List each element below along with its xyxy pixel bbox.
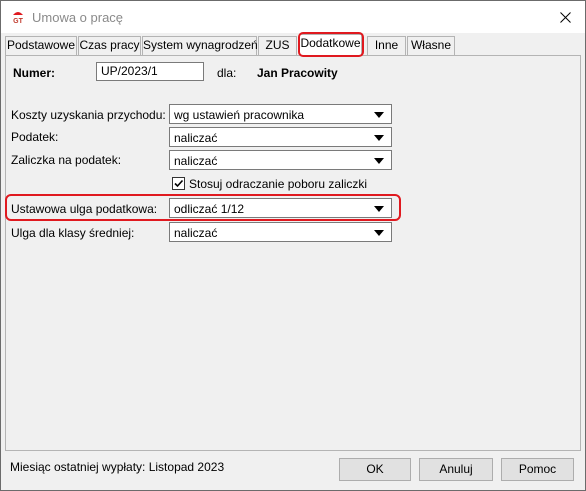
odraczanie-label[interactable]: Stosuj odraczanie poboru zaliczki xyxy=(189,177,367,191)
zaliczka-value: naliczać xyxy=(174,154,218,168)
tab-zus[interactable]: ZUS xyxy=(258,36,297,55)
close-button[interactable] xyxy=(545,1,585,33)
ulga-srednia-value: naliczać xyxy=(174,226,218,240)
checkmark-icon xyxy=(174,179,184,188)
help-button[interactable]: Pomoc xyxy=(501,458,574,481)
tab-podstawowe[interactable]: Podstawowe xyxy=(5,36,77,55)
zaliczka-label: Zaliczka na podatek: xyxy=(11,153,122,167)
koszty-select[interactable]: wg ustawień pracownika xyxy=(169,104,392,124)
status-text: Miesiąc ostatniej wypłaty: Listopad 2023 xyxy=(10,460,225,474)
number-label: Numer: xyxy=(13,66,56,80)
tab-wlasne[interactable]: Własne xyxy=(407,36,455,55)
odraczanie-checkbox[interactable] xyxy=(172,177,185,190)
close-icon xyxy=(559,11,571,23)
chevron-down-icon xyxy=(374,112,384,118)
ok-button[interactable]: OK xyxy=(339,458,411,481)
svg-text:GT: GT xyxy=(13,18,23,25)
app-logo-icon: GT xyxy=(13,12,24,25)
ulga-select[interactable]: odliczać 1/12 xyxy=(169,198,392,218)
ulga-srednia-label: Ulga dla klasy średniej: xyxy=(11,226,135,240)
cancel-button[interactable]: Anuluj xyxy=(419,458,493,481)
window-title: Umowa o pracę xyxy=(32,10,124,25)
chevron-down-icon xyxy=(374,135,384,141)
tab-czas-pracy[interactable]: Czas pracy xyxy=(78,36,141,55)
chevron-down-icon xyxy=(374,206,384,212)
tab-system-wynagrodzen[interactable]: System wynagrodzeń xyxy=(142,36,258,55)
podatek-label: Podatek: xyxy=(11,130,59,144)
employee-name: Jan Pracowity xyxy=(257,66,338,80)
tab-inne[interactable]: Inne xyxy=(367,36,406,55)
koszty-label: Koszty uzyskania przychodu: xyxy=(11,108,166,122)
podatek-select[interactable]: naliczać xyxy=(169,127,392,147)
number-field[interactable]: UP/2023/1 xyxy=(96,62,204,81)
podatek-value: naliczać xyxy=(174,131,218,145)
ulga-srednia-select[interactable]: naliczać xyxy=(169,222,392,242)
tab-panel-dodatkowe: Numer: UP/2023/1 dla: Jan Pracowity Kosz… xyxy=(5,55,581,451)
chevron-down-icon xyxy=(374,158,384,164)
for-label: dla: xyxy=(217,66,237,80)
tab-dodatkowe[interactable]: Dodatkowe xyxy=(299,34,362,55)
ulga-label: Ustawowa ulga podatkowa: xyxy=(11,202,158,216)
chevron-down-icon xyxy=(374,230,384,236)
ulga-value: odliczać 1/12 xyxy=(174,202,245,216)
title-bar[interactable]: GT Umowa o pracę xyxy=(1,1,585,33)
koszty-value: wg ustawień pracownika xyxy=(174,108,305,122)
zaliczka-select[interactable]: naliczać xyxy=(169,150,392,170)
dialog-window: GT Umowa o pracę Podstawowe Czas pracy S… xyxy=(0,0,586,491)
